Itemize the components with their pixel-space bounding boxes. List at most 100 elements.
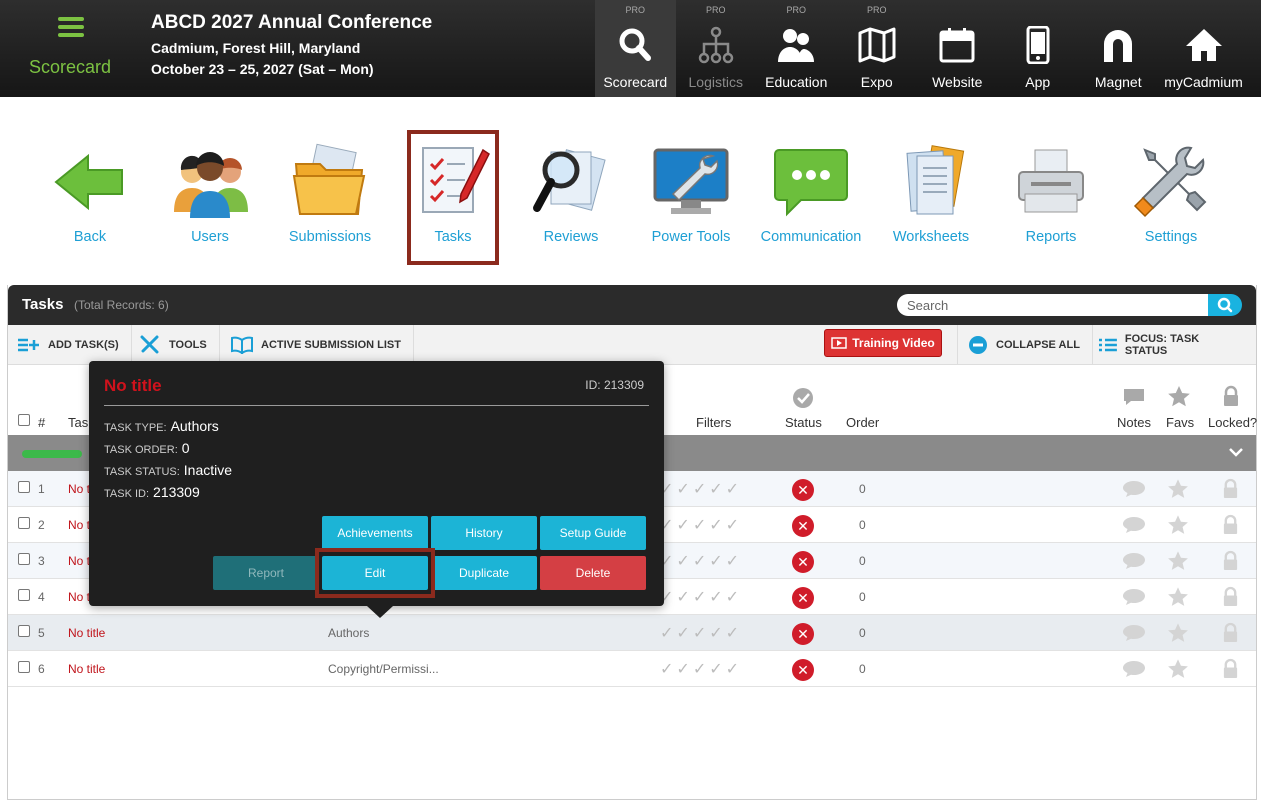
row-star-icon[interactable] <box>1167 622 1189 643</box>
row-star-icon[interactable] <box>1167 658 1189 679</box>
row-checkbox[interactable] <box>18 661 30 673</box>
row-checkbox[interactable] <box>18 517 30 529</box>
row-task-type: Authors <box>328 626 370 640</box>
nav-submissions[interactable]: Submissions <box>270 130 390 265</box>
row-notes-icon[interactable] <box>1122 480 1146 498</box>
module-education[interactable]: PRO Education <box>756 0 837 97</box>
nav-communication[interactable]: Communication <box>751 130 871 265</box>
row-lock-icon[interactable] <box>1222 478 1239 499</box>
row-status-inactive-icon[interactable]: ✕ <box>792 587 814 609</box>
row-notes-icon[interactable] <box>1122 660 1146 678</box>
col-order[interactable]: Order <box>846 415 879 430</box>
row-checkbox[interactable] <box>18 553 30 565</box>
add-tasks-button[interactable]: ADD TASK(S) <box>8 325 132 364</box>
col-filters[interactable]: Filters <box>696 415 731 430</box>
search-input[interactable]: Search <box>897 294 1209 316</box>
row-lock-icon[interactable] <box>1222 622 1239 643</box>
row-status-inactive-icon[interactable]: ✕ <box>792 659 814 681</box>
focus-task-status-button[interactable]: FOCUS: TASK STATUS <box>1089 325 1256 364</box>
module-website[interactable]: Website <box>917 0 998 97</box>
row-notes-icon[interactable] <box>1122 588 1146 606</box>
network-icon <box>698 26 733 64</box>
achievements-button[interactable]: Achievements <box>322 516 428 550</box>
search-button[interactable] <box>1208 294 1242 316</box>
module-magnet[interactable]: Magnet <box>1078 0 1159 97</box>
row-star-icon[interactable] <box>1167 550 1189 571</box>
wrench-monitor-icon <box>653 148 729 214</box>
select-all-checkbox[interactable] <box>18 414 30 426</box>
task-detail-popup: No title ID: 213309 TASK TYPE: Authors TA… <box>89 361 664 618</box>
module-logistics[interactable]: PRO Logistics <box>676 0 757 97</box>
row-lock-icon[interactable] <box>1222 514 1239 535</box>
nav-label: Back <box>73 229 107 245</box>
col-status[interactable]: Status <box>785 415 822 430</box>
table-row[interactable]: 5 No title Authors ✓✓✓✓✓ ✕ 0 <box>8 615 1256 651</box>
row-star-icon[interactable] <box>1167 514 1189 535</box>
module-label: Magnet <box>1094 74 1142 90</box>
pro-badge: PRO <box>625 5 645 15</box>
chevron-down-icon[interactable] <box>1229 447 1243 457</box>
tools-label: TOOLS <box>169 338 207 351</box>
nav-reports[interactable]: Reports <box>991 130 1111 265</box>
row-checkbox[interactable] <box>18 589 30 601</box>
row-order: 0 <box>859 590 866 604</box>
panel-header: Tasks (Total Records: 6) Search <box>8 285 1256 325</box>
hamburger-menu-icon[interactable] <box>58 17 84 37</box>
module-app[interactable]: App <box>998 0 1079 97</box>
col-task[interactable]: Tas <box>68 415 88 430</box>
tools-button[interactable]: TOOLS <box>129 325 220 364</box>
minus-circle-icon <box>969 335 987 354</box>
nav-tasks[interactable]: Tasks <box>407 130 499 265</box>
row-order: 0 <box>859 662 866 676</box>
row-status-inactive-icon[interactable]: ✕ <box>792 515 814 537</box>
nav-back[interactable]: Back <box>30 130 150 265</box>
panel-title: Tasks <box>22 296 64 313</box>
row-notes-icon[interactable] <box>1122 516 1146 534</box>
row-notes-icon[interactable] <box>1122 552 1146 570</box>
nav-label: Worksheets <box>892 229 970 245</box>
row-notes-icon[interactable] <box>1122 624 1146 642</box>
row-star-icon[interactable] <box>1167 478 1189 499</box>
row-status-inactive-icon[interactable]: ✕ <box>792 479 814 501</box>
star-icon <box>1168 386 1190 407</box>
row-lock-icon[interactable] <box>1222 586 1239 607</box>
row-lock-icon[interactable] <box>1222 550 1239 571</box>
collapse-all-button[interactable]: COLLAPSE ALL <box>957 325 1093 364</box>
nav-reviews[interactable]: Reviews <box>511 130 631 265</box>
row-star-icon[interactable] <box>1167 586 1189 607</box>
tasks-checklist-icon <box>422 147 490 213</box>
table-row[interactable]: 6 No title Copyright/Permissi... ✓✓✓✓✓ ✕ 0 <box>8 651 1256 687</box>
module-mycadmium[interactable]: myCadmium <box>1159 0 1249 97</box>
row-status-inactive-icon[interactable]: ✕ <box>792 551 814 573</box>
row-filter-checks: ✓✓✓✓✓ <box>660 553 743 570</box>
field-task-status: TASK STATUS: Inactive <box>104 462 233 478</box>
row-number: 4 <box>38 590 45 604</box>
nav-worksheets[interactable]: Worksheets <box>871 130 991 265</box>
book-icon <box>231 336 253 354</box>
row-title[interactable]: No title <box>68 662 105 676</box>
row-lock-icon[interactable] <box>1222 658 1239 679</box>
training-video-button[interactable]: Training Video <box>824 329 942 357</box>
back-arrow-icon <box>54 153 123 211</box>
focus-label: FOCUS: TASK STATUS <box>1124 332 1200 357</box>
field-task-id: TASK ID: 213309 <box>104 484 200 500</box>
phone-icon <box>1026 26 1050 64</box>
popup-id: ID: 213309 <box>585 378 644 392</box>
top-bar: Scorecard ABCD 2027 Annual Conference Ca… <box>0 0 1261 97</box>
row-title[interactable]: No title <box>68 626 105 640</box>
report-button[interactable]: Report <box>213 556 319 590</box>
nav-users[interactable]: Users <box>150 130 270 265</box>
module-scorecard[interactable]: PRO Scorecard <box>595 0 676 97</box>
row-status-inactive-icon[interactable]: ✕ <box>792 623 814 645</box>
row-checkbox[interactable] <box>18 481 30 493</box>
app-brand[interactable]: Scorecard <box>0 0 140 97</box>
nav-power-tools[interactable]: Power Tools <box>631 130 751 265</box>
module-expo[interactable]: PRO Expo <box>837 0 918 97</box>
duplicate-button[interactable]: Duplicate <box>431 556 537 590</box>
row-checkbox[interactable] <box>18 625 30 637</box>
active-submission-list-button[interactable]: ACTIVE SUBMISSION LIST <box>221 325 414 364</box>
nav-settings[interactable]: Settings <box>1111 130 1231 265</box>
history-button[interactable]: History <box>431 516 537 550</box>
setup-guide-button[interactable]: Setup Guide <box>540 516 646 550</box>
delete-button[interactable]: Delete <box>540 556 646 590</box>
